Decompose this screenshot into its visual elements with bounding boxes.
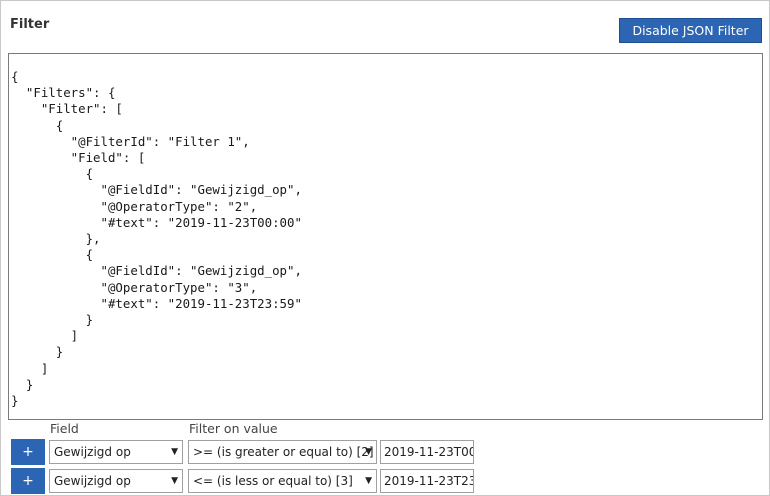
chevron-down-icon: ▼ xyxy=(171,447,178,457)
add-row-button[interactable]: + xyxy=(11,468,45,494)
field-select[interactable]: Gewijzigd op ▼ xyxy=(49,469,183,493)
filter-value-input[interactable] xyxy=(380,440,474,464)
field-select-value: Gewijzigd op xyxy=(54,474,131,488)
operator-select[interactable]: >= (is greater or equal to) [2] ▼ xyxy=(188,440,377,464)
disable-json-filter-button[interactable]: Disable JSON Filter xyxy=(619,18,762,43)
chevron-down-icon: ▼ xyxy=(171,476,178,486)
operator-select[interactable]: <= (is less or equal to) [3] ▼ xyxy=(188,469,377,493)
field-select[interactable]: Gewijzigd op ▼ xyxy=(49,440,183,464)
chevron-down-icon: ▼ xyxy=(365,476,372,486)
field-select-value: Gewijzigd op xyxy=(54,445,131,459)
operator-select-value: >= (is greater or equal to) [2] xyxy=(193,445,374,459)
json-filter-editor[interactable]: { "Filters": { "Filter": [ { "@FilterId"… xyxy=(8,53,763,420)
filter-panel: Filter Disable JSON Filter { "Filters": … xyxy=(0,0,770,496)
chevron-down-icon: ▼ xyxy=(365,447,372,457)
filter-value-input[interactable] xyxy=(380,469,474,493)
column-header-field: Field xyxy=(50,421,79,436)
add-row-button[interactable]: + xyxy=(11,439,45,465)
operator-select-value: <= (is less or equal to) [3] xyxy=(193,474,353,488)
panel-title: Filter xyxy=(10,17,50,32)
column-header-filter-on-value: Filter on value xyxy=(189,421,278,436)
